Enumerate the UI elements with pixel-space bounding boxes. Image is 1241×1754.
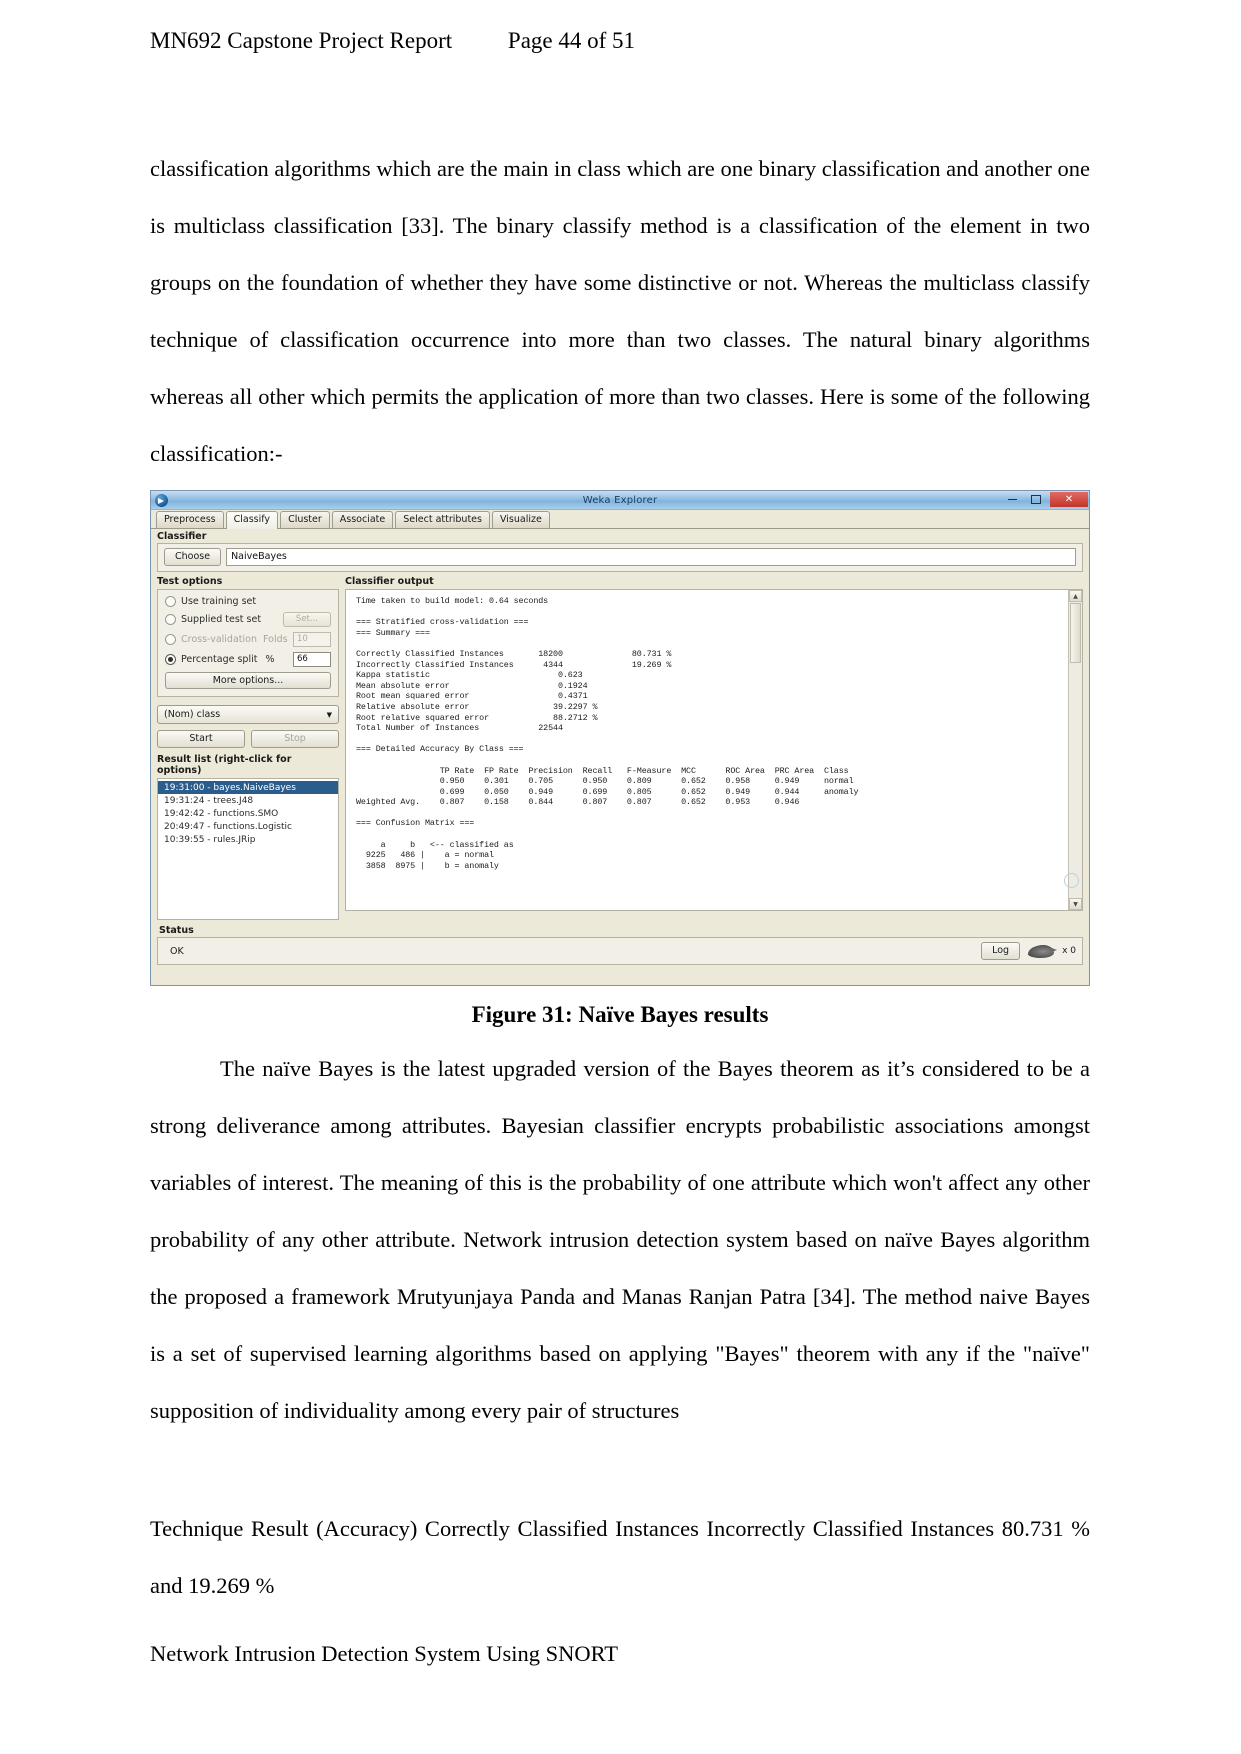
class-attribute-combo[interactable]: (Nom) class ▼ — [157, 705, 339, 724]
output-vertical-scrollbar[interactable]: ▲ ▼ — [1068, 590, 1082, 910]
classifier-panel-label: Classifier — [157, 531, 207, 542]
document-page: MN692 Capstone Project Report Page 44 of… — [0, 0, 1241, 1754]
paragraph-technique-result: Technique Result (Accuracy) Correctly Cl… — [150, 1516, 1090, 1598]
tab-preprocess[interactable]: Preprocess — [156, 511, 224, 528]
list-item[interactable]: 19:31:24 - trees.J48 — [158, 794, 338, 807]
running-task-count: x 0 — [1062, 946, 1076, 956]
header-page-number: Page 44 of 51 — [507, 28, 636, 53]
folds-input[interactable]: 10 — [293, 632, 331, 647]
option-label-percentage-split: Percentage split — [181, 654, 258, 665]
class-attribute-value: (Nom) class — [164, 709, 221, 720]
test-options-group: Use training set Supplied test set Set..… — [157, 589, 339, 697]
radio-use-training-set[interactable] — [165, 596, 176, 607]
weka-left-column: Test options Use training set Supplied t… — [157, 576, 339, 920]
start-stop-row: Start Stop — [157, 730, 339, 748]
folds-label: Folds — [263, 634, 288, 645]
status-bar: OK Log x 0 — [157, 937, 1083, 965]
list-item[interactable]: 19:42:42 - functions.SMO — [158, 807, 338, 820]
paragraph-naive-bayes: The naïve Bayes is the latest upgraded v… — [150, 1040, 1090, 1439]
status-text: OK — [170, 945, 184, 957]
result-list[interactable]: 19:31:00 - bayes.NaiveBayes 19:31:24 - t… — [157, 778, 339, 920]
classifier-chooser-row: Choose NaiveBayes — [158, 544, 1082, 571]
radio-percentage-split[interactable] — [165, 654, 176, 665]
weka-explorer-window: Weka Explorer ✕ Preprocess Classify Clus… — [150, 490, 1090, 986]
list-item[interactable]: 10:39:55 - rules.JRip — [158, 833, 338, 846]
radio-cross-validation[interactable] — [165, 634, 176, 645]
weka-tab-strip: Preprocess Classify Cluster Associate Se… — [151, 510, 1089, 529]
classifier-value-field[interactable]: NaiveBayes — [226, 548, 1076, 566]
test-options-label: Test options — [157, 576, 223, 587]
classifier-output-text: Time taken to build model: 0.64 seconds … — [356, 596, 859, 871]
tab-associate[interactable]: Associate — [331, 511, 394, 528]
percent-label: % — [265, 654, 275, 665]
option-label-cross-validation: Cross-validation — [181, 634, 257, 645]
tab-select-attributes[interactable]: Select attributes — [395, 511, 490, 528]
stop-button[interactable]: Stop — [251, 730, 339, 748]
tab-cluster[interactable]: Cluster — [280, 511, 330, 528]
set-button[interactable]: Set... — [282, 612, 331, 627]
weka-bird-icon — [1028, 944, 1058, 958]
option-label-supplied-test-set: Supplied test set — [181, 614, 262, 625]
choose-button[interactable]: Choose — [164, 548, 222, 566]
tab-visualize[interactable]: Visualize — [491, 511, 550, 528]
weka-title-bar: Weka Explorer ✕ — [151, 491, 1089, 510]
cursor-highlight-circle — [1064, 873, 1079, 888]
option-supplied-test-set[interactable]: Supplied test set Set... — [165, 612, 331, 627]
classifier-output-label: Classifier output — [345, 576, 434, 587]
status-panel-label: Status — [159, 925, 194, 936]
option-percentage-split[interactable]: Percentage split % 66 — [165, 652, 331, 667]
start-button[interactable]: Start — [157, 730, 245, 748]
maximize-button[interactable] — [1024, 492, 1048, 507]
paragraph-snort-heading: Network Intrusion Detection System Using… — [150, 1641, 618, 1666]
header-report-title: MN692 Capstone Project Report — [150, 28, 453, 53]
paragraph-naive-bayes-text: The naïve Bayes is the latest upgraded v… — [150, 1056, 1090, 1423]
chevron-down-icon: ▼ — [326, 710, 332, 719]
result-list-label: Result list (right-click for options) — [157, 754, 292, 776]
window-controls: ✕ — [1000, 491, 1088, 508]
classifier-output-panel: Time taken to build model: 0.64 seconds … — [345, 589, 1083, 911]
status-bar-right: Log x 0 — [981, 942, 1076, 960]
paragraph-intro-classification: classification algorithms which are the … — [150, 156, 1090, 466]
radio-supplied-test-set[interactable] — [165, 614, 176, 625]
log-button[interactable]: Log — [981, 942, 1021, 960]
list-item[interactable]: 20:49:47 - functions.Logistic — [158, 820, 338, 833]
option-cross-validation[interactable]: Cross-validation Folds 10 — [165, 632, 331, 647]
tab-classify[interactable]: Classify — [225, 511, 279, 529]
document-header: MN692 Capstone Project Report Page 44 of… — [150, 26, 1090, 56]
scroll-up-icon[interactable]: ▲ — [1069, 590, 1082, 602]
list-item[interactable]: 19:31:00 - bayes.NaiveBayes — [158, 781, 338, 794]
more-options-button[interactable]: More options... — [165, 672, 331, 689]
close-button[interactable]: ✕ — [1050, 492, 1088, 507]
scroll-down-icon[interactable]: ▼ — [1069, 898, 1082, 910]
option-label-use-training-set: Use training set — [181, 596, 257, 607]
percentage-split-input[interactable]: 66 — [293, 652, 331, 667]
weka-window-title: Weka Explorer — [582, 494, 658, 506]
weka-right-column: Classifier output Time taken to build mo… — [345, 576, 1083, 920]
option-use-training-set[interactable]: Use training set — [165, 596, 331, 607]
classifier-chooser-group: Choose NaiveBayes — [157, 543, 1083, 572]
weka-main-columns: Test options Use training set Supplied t… — [151, 576, 1089, 920]
scrollbar-thumb[interactable] — [1070, 603, 1081, 663]
minimize-button[interactable] — [1000, 492, 1024, 507]
figure-caption: Figure 31: Naïve Bayes results — [471, 1002, 769, 1027]
